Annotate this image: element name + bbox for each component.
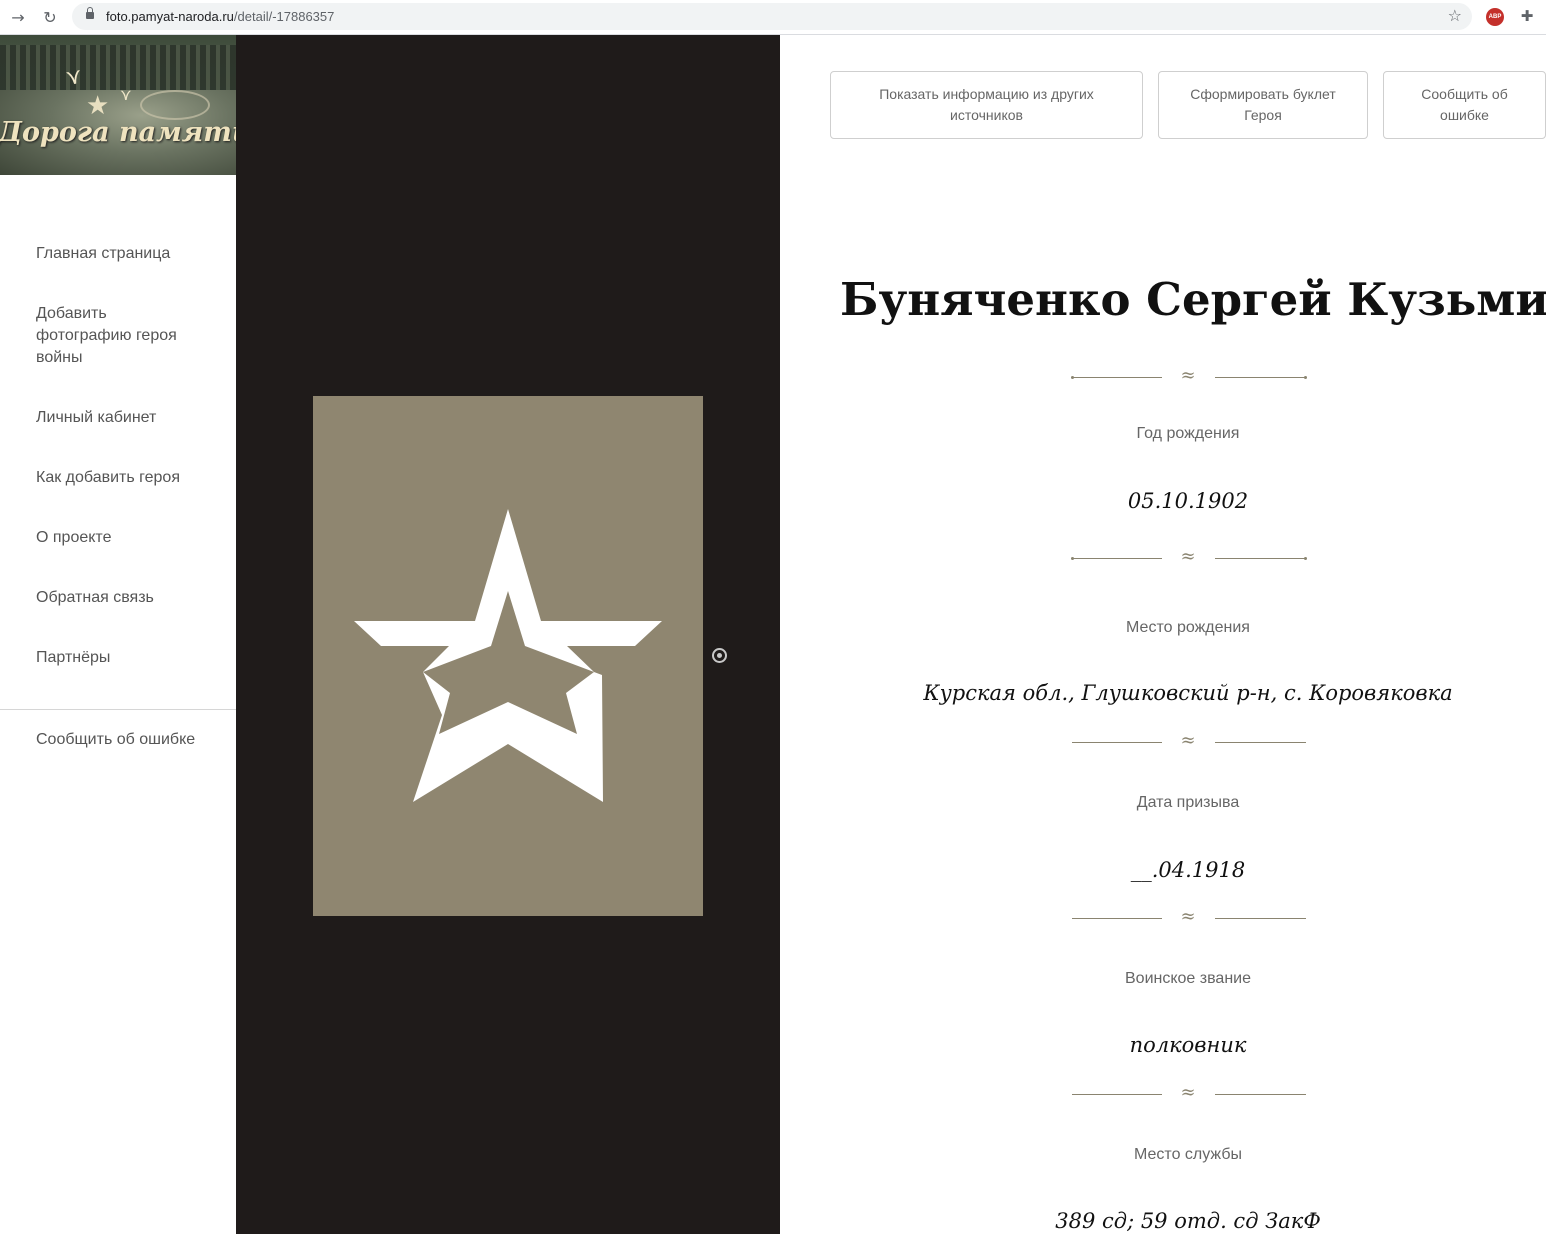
birth-year-label: Год рождения: [1136, 425, 1240, 442]
military-rank-label: Воинское звание: [1125, 970, 1251, 987]
url-text[interactable]: foto.pamyat-naroda.ru/detail/-17886357: [106, 9, 334, 24]
conscription-date-label: Дата призыва: [1136, 794, 1240, 811]
url-host: foto.pamyat-naroda.ru: [106, 9, 234, 24]
hero-name: Буняченко Сергей Кузьмич: [840, 273, 1546, 326]
report-error-button[interactable]: Сообщить об ошибке: [1383, 71, 1546, 139]
conscription-date-value: __.04.1918: [1130, 858, 1246, 882]
crane-small-icon: ⋎: [120, 85, 132, 104]
photo-panel: [236, 35, 780, 1234]
menu-item-report-error[interactable]: Сообщить об ошибке: [36, 729, 195, 751]
site-logo[interactable]: ⋎ ⋎ ★ Дорога памяти: [0, 35, 236, 175]
sidebar: ⋎ ⋎ ★ Дорога памяти Главная страница Доб…: [0, 35, 236, 1234]
bookmark-star-icon[interactable]: ☆: [1448, 6, 1462, 25]
browser-toolbar: → ↻ foto.pamyat-naroda.ru/detail/-178863…: [0, 0, 1546, 35]
hero-info: Показать информацию из других источников…: [780, 35, 1546, 1234]
reload-icon[interactable]: ↻: [38, 5, 62, 29]
extensions-icon[interactable]: ✚: [1518, 7, 1536, 25]
army-star-icon: [354, 509, 662, 802]
show-other-sources-button[interactable]: Показать информацию из других источников: [830, 71, 1143, 139]
address-bar[interactable]: foto.pamyat-naroda.ru/detail/-17886357 ☆: [72, 3, 1472, 30]
adblock-icon[interactable]: ABP: [1486, 8, 1504, 26]
menu-item-feedback[interactable]: Обратная связь: [36, 587, 154, 609]
logo-circle-shape: [140, 90, 210, 120]
menu-divider: [0, 709, 236, 710]
service-place-value: 389 сд; 59 отд. сд ЗакФ: [1055, 1209, 1321, 1233]
ornament-divider: ≈: [1072, 906, 1306, 927]
menu-item-partners[interactable]: Партнёры: [36, 647, 110, 669]
menu-item-account[interactable]: Личный кабинет: [36, 407, 156, 429]
military-rank-value: полковник: [1129, 1033, 1247, 1057]
menu-item-about[interactable]: О проекте: [36, 527, 111, 549]
hero-photo[interactable]: [313, 396, 703, 916]
ornament-divider: ≈: [1072, 1082, 1306, 1103]
ornament-divider: ≈: [1072, 730, 1306, 751]
forward-icon[interactable]: →: [6, 5, 30, 29]
ornament-divider: ≈: [1071, 546, 1307, 567]
birth-place-label: Место рождения: [1126, 619, 1250, 636]
birth-place-value: Курская обл., Глушковский р-н, с. Коровя…: [923, 681, 1453, 705]
menu-item-home[interactable]: Главная страница: [36, 243, 170, 265]
service-place-label: Место службы: [1134, 1146, 1242, 1163]
ornament-divider: ≈: [1071, 365, 1307, 386]
birth-year-value: 05.10.1902: [1127, 489, 1249, 513]
create-booklet-button[interactable]: Сформировать буклет Героя: [1158, 71, 1368, 139]
menu-item-add-photo[interactable]: Добавить фотографию героя войны: [36, 303, 206, 369]
logo-building-image: [0, 45, 236, 90]
lock-icon[interactable]: [86, 7, 94, 19]
zoom-toggle-icon[interactable]: [712, 648, 727, 663]
menu-item-how-to-add[interactable]: Как добавить героя: [36, 467, 180, 489]
logo-text: Дорога памяти: [0, 117, 236, 148]
adblock-label: ABP: [1488, 14, 1502, 20]
url-path: /detail/-17886357: [233, 9, 335, 24]
